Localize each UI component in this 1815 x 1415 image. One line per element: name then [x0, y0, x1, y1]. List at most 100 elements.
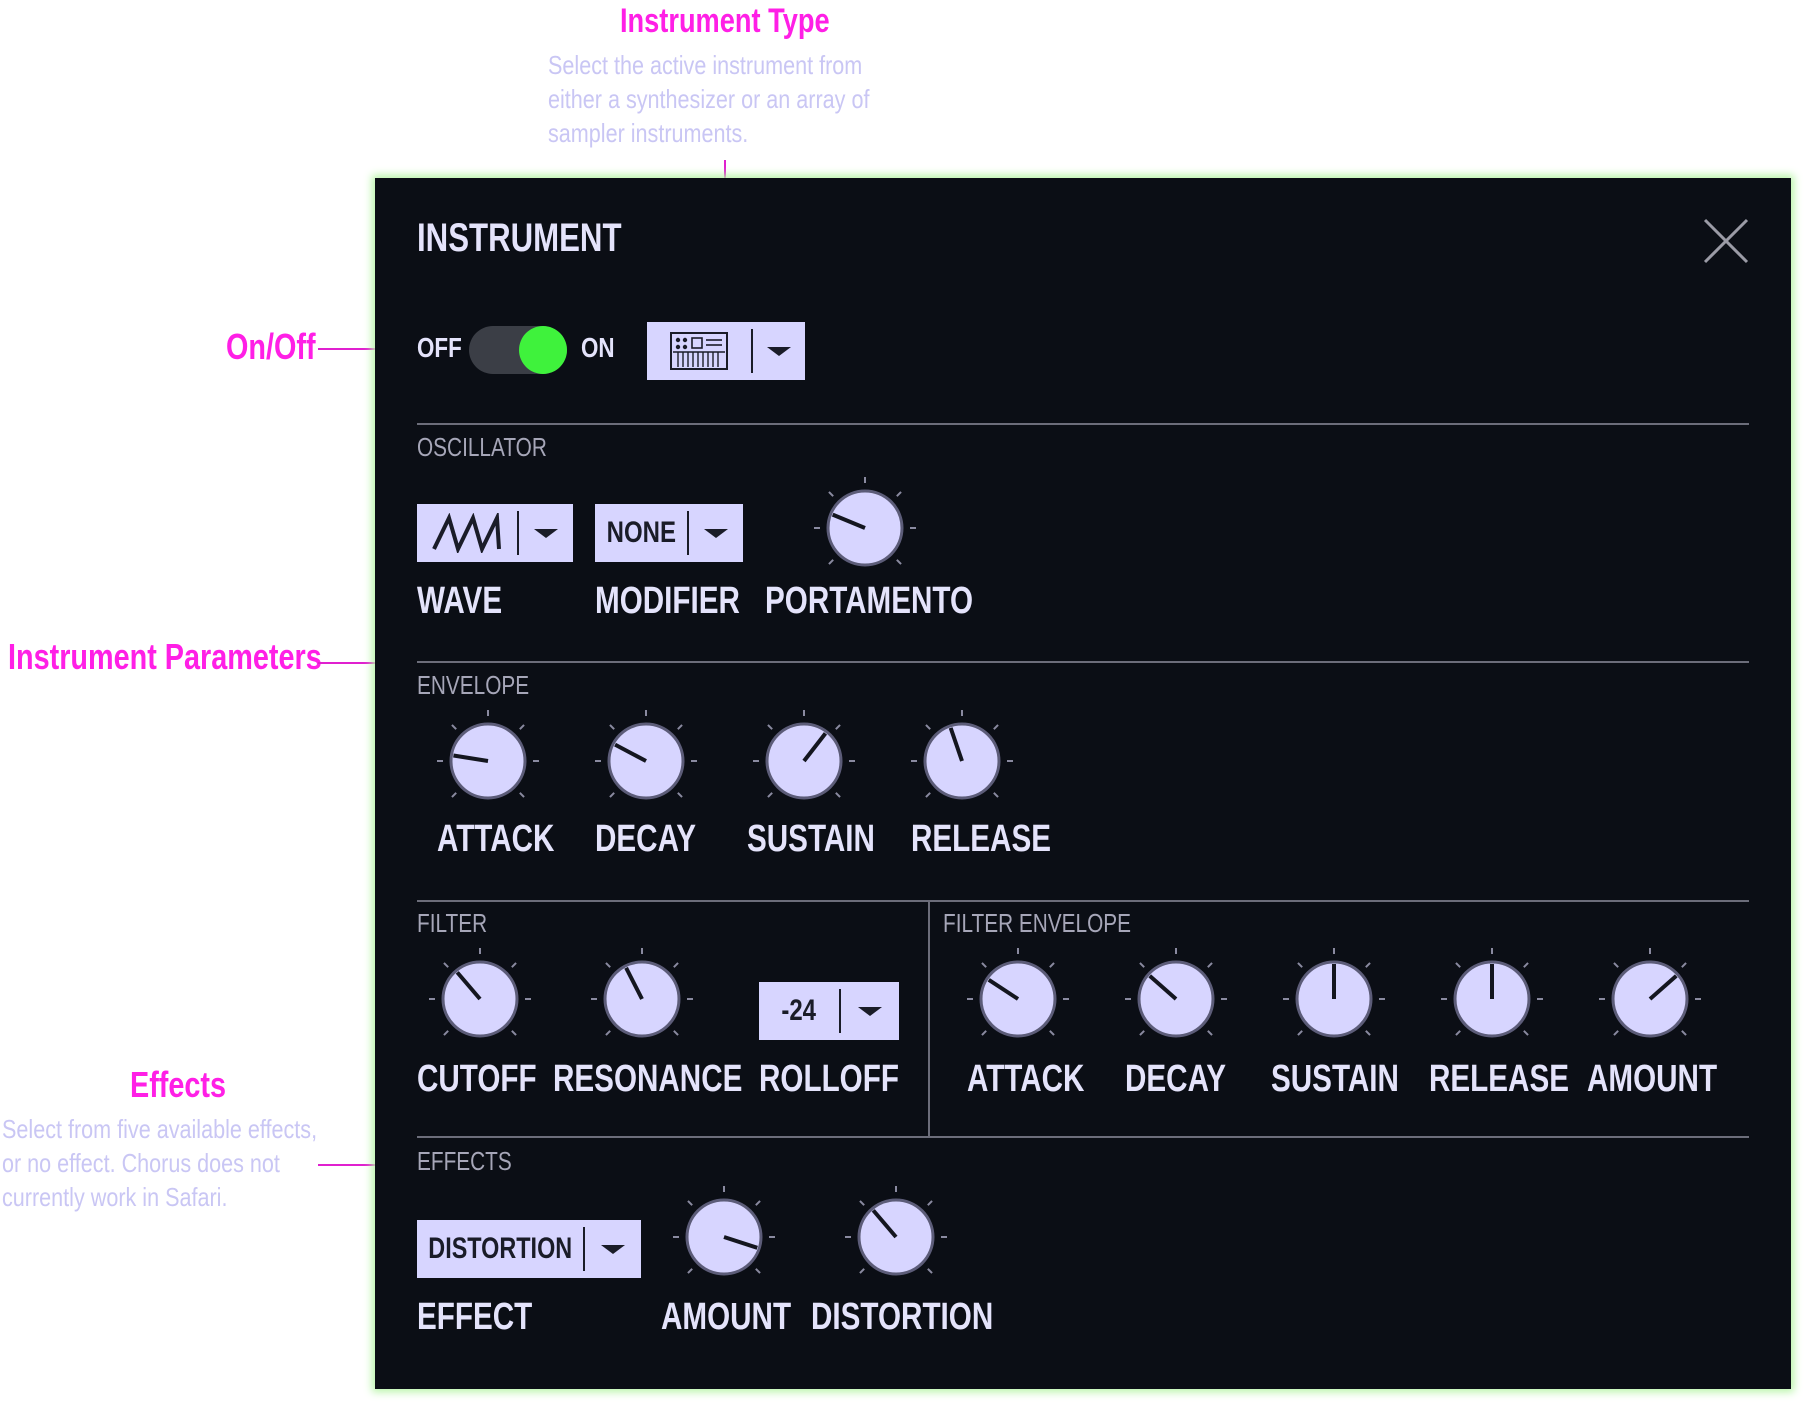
modifier-label-text: MODIFIER	[595, 580, 740, 622]
instrument-type-dropdown-arrow[interactable]	[753, 322, 805, 380]
divider-top	[417, 423, 1749, 425]
filter-envelope-amount-knob[interactable]	[1595, 944, 1705, 1054]
knob-tick	[1523, 1030, 1529, 1036]
knob-tick	[981, 1030, 987, 1036]
knob-tick	[1365, 962, 1371, 968]
effects-amount-label: AMOUNT	[661, 1296, 828, 1339]
envelope-decay-knob[interactable]	[591, 706, 701, 816]
wave-label: WAVE	[417, 580, 526, 623]
effect-dropdown[interactable]: DISTORTION	[417, 1220, 641, 1278]
effects-amount-knob[interactable]	[669, 1182, 779, 1292]
envelope-attack-label-text: ATTACK	[437, 818, 555, 860]
sawtooth-wave-icon	[432, 513, 501, 553]
effects-amount-label-text: AMOUNT	[661, 1296, 792, 1338]
knob-tick	[1455, 1030, 1461, 1036]
instrument-type-annotation-text: Instrument Type	[620, 2, 830, 40]
chevron-down-icon	[858, 1006, 882, 1016]
resonance-knob[interactable]	[587, 944, 697, 1054]
portamento-knob[interactable]	[810, 473, 920, 583]
wave-label-text: WAVE	[417, 580, 503, 622]
modifier-dropdown-arrow[interactable]	[689, 504, 743, 562]
wave-dropdown-arrow[interactable]	[519, 504, 573, 562]
on-off-annotation-title: On/Off	[226, 326, 338, 368]
knob-tick	[755, 1200, 761, 1206]
knob-tick	[605, 962, 611, 968]
filter-envelope-decay-knob[interactable]	[1121, 944, 1231, 1054]
knob-tick	[835, 792, 841, 798]
modifier-dropdown[interactable]: NONE	[595, 504, 743, 562]
effect-dropdown-arrow[interactable]	[585, 1220, 641, 1278]
effect-label-text: EFFECT	[417, 1296, 533, 1338]
modifier-value-text: NONE	[606, 516, 676, 549]
rolloff-dropdown-arrow[interactable]	[841, 982, 899, 1040]
knob-tick	[687, 1200, 693, 1206]
cutoff-label-text: CUTOFF	[417, 1058, 537, 1100]
knob-tick	[451, 724, 457, 730]
knob-tick	[925, 792, 931, 798]
knob-tick	[767, 724, 773, 730]
filter-envelope-attack-label-text: ATTACK	[967, 1058, 1085, 1100]
rolloff-value: -24	[759, 982, 839, 1040]
knob-tick	[1613, 1030, 1619, 1036]
instrument-type-dropdown[interactable]	[647, 322, 805, 380]
rolloff-value-text: -24	[781, 994, 817, 1027]
filter-envelope-release-knob[interactable]	[1437, 944, 1547, 1054]
envelope-sustain-knob[interactable]	[749, 706, 859, 816]
chevron-down-icon	[601, 1244, 625, 1254]
toggle-off-text: OFF	[417, 332, 462, 363]
rolloff-label: ROLLOFF	[759, 1058, 938, 1101]
knob-tick	[511, 1030, 517, 1036]
knob-tick	[1207, 962, 1213, 968]
modifier-label: MODIFIER	[595, 580, 781, 623]
filter-envelope-attack-knob[interactable]	[963, 944, 1073, 1054]
knob-tick	[605, 1030, 611, 1036]
envelope-attack-knob[interactable]	[433, 706, 543, 816]
close-icon[interactable]	[1701, 216, 1751, 266]
knob-tick	[677, 724, 683, 730]
effects-desc-line-2: or no effect. Chorus does not	[2, 1148, 280, 1178]
knob-tick	[1613, 962, 1619, 968]
envelope-release-label-text: RELEASE	[911, 818, 1051, 860]
cutoff-knob[interactable]	[425, 944, 535, 1054]
rolloff-dropdown[interactable]: -24	[759, 982, 899, 1040]
knob-tick	[677, 792, 683, 798]
effects-desc-line-1: Select from five available effects,	[2, 1114, 318, 1144]
knob-tick	[1139, 1030, 1145, 1036]
filter-envelope-sustain-label-text: SUSTAIN	[1271, 1058, 1399, 1100]
oscillator-section-title: OSCILLATOR	[417, 432, 579, 463]
knob-tick	[511, 962, 517, 968]
knob-tick	[1139, 962, 1145, 968]
portamento-label-text: PORTAMENTO	[765, 580, 974, 622]
knob-tick	[1049, 1030, 1055, 1036]
knob-tick	[443, 962, 449, 968]
knob-tick	[828, 491, 834, 497]
instrument-parameters-annotation-title: Instrument Parameters	[8, 636, 400, 678]
cutoff-label: CUTOFF	[417, 1058, 570, 1101]
power-toggle[interactable]	[469, 326, 567, 374]
toggle-off-label: OFF	[417, 332, 473, 364]
envelope-release-knob[interactable]	[907, 706, 1017, 816]
filter-envelope-sustain-label: SUSTAIN	[1271, 1058, 1435, 1101]
divider-filter	[417, 1136, 1749, 1138]
knob-tick	[1681, 1030, 1687, 1036]
knob-tick	[673, 962, 679, 968]
wave-dropdown[interactable]	[417, 504, 573, 562]
knob-tick	[451, 792, 457, 798]
portamento-label: PORTAMENTO	[765, 580, 1032, 623]
filter-envelope-section-text: FILTER ENVELOPE	[943, 908, 1132, 938]
knob-tick	[828, 559, 834, 565]
envelope-decay-label-text: DECAY	[595, 818, 697, 860]
distortion-knob[interactable]	[841, 1182, 951, 1292]
knob-tick	[1049, 962, 1055, 968]
filter-envelope-sustain-knob[interactable]	[1279, 944, 1389, 1054]
toggle-knob	[519, 326, 567, 374]
envelope-decay-label: DECAY	[595, 818, 725, 861]
rolloff-label-text: ROLLOFF	[759, 1058, 899, 1100]
effects-desc-line-3: currently work in Safari.	[2, 1182, 228, 1212]
chevron-down-icon	[704, 528, 728, 538]
instrument-type-desc-line-2: either a synthesizer or an array of	[548, 84, 870, 114]
instrument-type-value	[647, 322, 751, 380]
instrument-panel: INSTRUMENT OFF ON OSCILLATOR NONE WAVE M…	[375, 178, 1791, 1389]
envelope-section-title: ENVELOPE	[417, 670, 557, 701]
filter-envelope-section-title: FILTER ENVELOPE	[943, 908, 1178, 939]
